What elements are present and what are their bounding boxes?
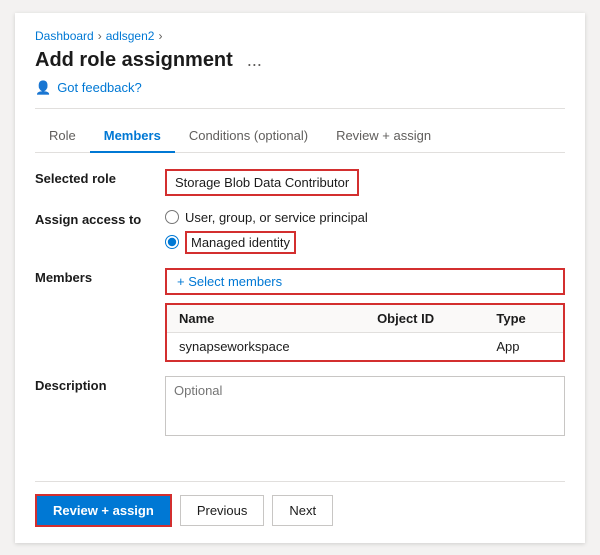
assign-access-row: Assign access to User, group, or service…	[35, 210, 565, 254]
description-value	[165, 376, 565, 439]
managed-identity-label-box: Managed identity	[185, 231, 296, 254]
divider	[35, 108, 565, 109]
feedback-row[interactable]: 👤 Got feedback?	[35, 80, 565, 96]
footer: Review + assign Previous Next	[35, 481, 565, 527]
col-name: Name	[167, 305, 365, 333]
ellipsis-button[interactable]: ...	[243, 51, 266, 69]
page-title-row: Add role assignment ...	[35, 49, 565, 72]
page-title: Add role assignment	[35, 49, 233, 72]
breadcrumb: Dashboard › adlsgen2 ›	[35, 29, 565, 43]
members-row: Members + Select members Name Object ID …	[35, 268, 565, 362]
members-table: Name Object ID Type synapseworkspace App	[167, 305, 563, 360]
radio-user-group-label: User, group, or service principal	[185, 210, 368, 225]
tab-members[interactable]: Members	[90, 120, 175, 153]
selected-role-value: Storage Blob Data Contributor	[165, 169, 565, 196]
table-row: synapseworkspace App	[167, 332, 563, 360]
radio-user-group-input[interactable]	[165, 210, 179, 224]
next-button[interactable]: Next	[272, 495, 333, 526]
selected-role-row: Selected role Storage Blob Data Contribu…	[35, 169, 565, 196]
assign-access-options: User, group, or service principal Manage…	[165, 210, 565, 254]
col-type: Type	[484, 305, 563, 333]
member-type: App	[484, 332, 563, 360]
assign-access-label: Assign access to	[35, 210, 165, 227]
feedback-icon: 👤	[35, 80, 51, 96]
members-table-header-row: Name Object ID Type	[167, 305, 563, 333]
description-label: Description	[35, 376, 165, 393]
tabs: Role Members Conditions (optional) Revie…	[35, 119, 565, 153]
select-members-button[interactable]: + Select members	[165, 268, 565, 295]
description-textarea[interactable]	[165, 376, 565, 436]
description-row: Description	[35, 376, 565, 439]
tab-conditions[interactable]: Conditions (optional)	[175, 120, 322, 153]
add-role-assignment-card: Dashboard › adlsgen2 › Add role assignme…	[15, 13, 585, 543]
selected-role-box: Storage Blob Data Contributor	[165, 169, 359, 196]
col-object-id: Object ID	[365, 305, 484, 333]
tab-role[interactable]: Role	[35, 120, 90, 153]
member-name: synapseworkspace	[167, 332, 365, 360]
breadcrumb-dashboard[interactable]: Dashboard	[35, 29, 94, 43]
tab-review-assign[interactable]: Review + assign	[322, 120, 445, 153]
breadcrumb-adlsgen2[interactable]: adlsgen2	[106, 29, 155, 43]
feedback-label: Got feedback?	[57, 80, 142, 95]
members-label: Members	[35, 268, 165, 285]
selected-role-label: Selected role	[35, 169, 165, 186]
member-object-id	[365, 332, 484, 360]
radio-managed-identity[interactable]: Managed identity	[165, 231, 565, 254]
managed-identity-label-text: Managed identity	[191, 235, 290, 250]
review-assign-button[interactable]: Review + assign	[35, 494, 172, 527]
members-table-container: Name Object ID Type synapseworkspace App	[165, 303, 565, 362]
members-content: + Select members Name Object ID Type	[165, 268, 565, 362]
radio-managed-identity-input[interactable]	[165, 235, 179, 249]
previous-button[interactable]: Previous	[180, 495, 265, 526]
radio-user-group[interactable]: User, group, or service principal	[165, 210, 565, 225]
form-section: Selected role Storage Blob Data Contribu…	[35, 169, 565, 469]
